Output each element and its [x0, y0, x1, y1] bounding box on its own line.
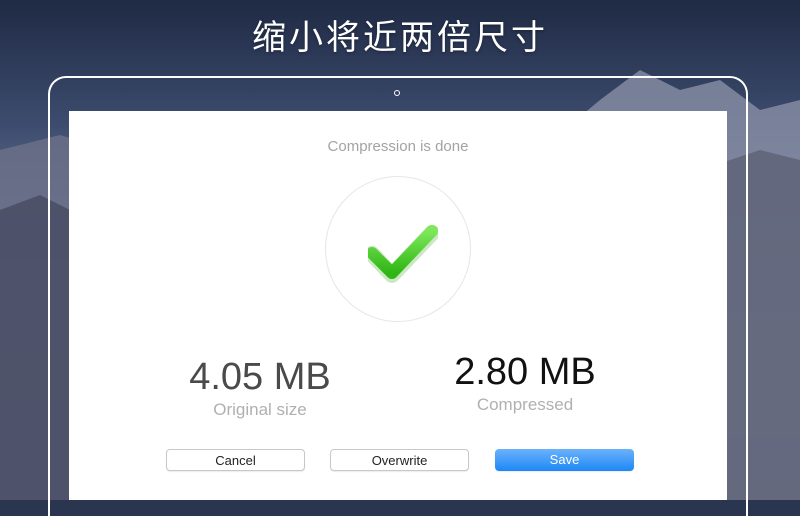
camera-icon: [394, 90, 400, 96]
overwrite-button[interactable]: Overwrite: [330, 449, 469, 471]
compressed-size: 2.80 MB Compressed: [415, 351, 635, 415]
original-size: 4.05 MB Original size: [150, 356, 370, 420]
compressed-size-value: 2.80 MB: [454, 351, 596, 393]
original-size-value: 4.05 MB: [189, 356, 331, 398]
save-button[interactable]: Save: [495, 449, 634, 471]
headline: 缩小将近两倍尺寸: [252, 18, 548, 58]
status-text: Compression is done: [327, 138, 469, 155]
compression-dialog: Compression is done 4.05 MB Original siz…: [69, 111, 727, 500]
original-size-label: Original size: [213, 400, 307, 419]
checkmark-icon: [368, 225, 438, 283]
cancel-button[interactable]: Cancel: [166, 449, 305, 471]
compressed-size-label: Compressed: [476, 395, 574, 414]
